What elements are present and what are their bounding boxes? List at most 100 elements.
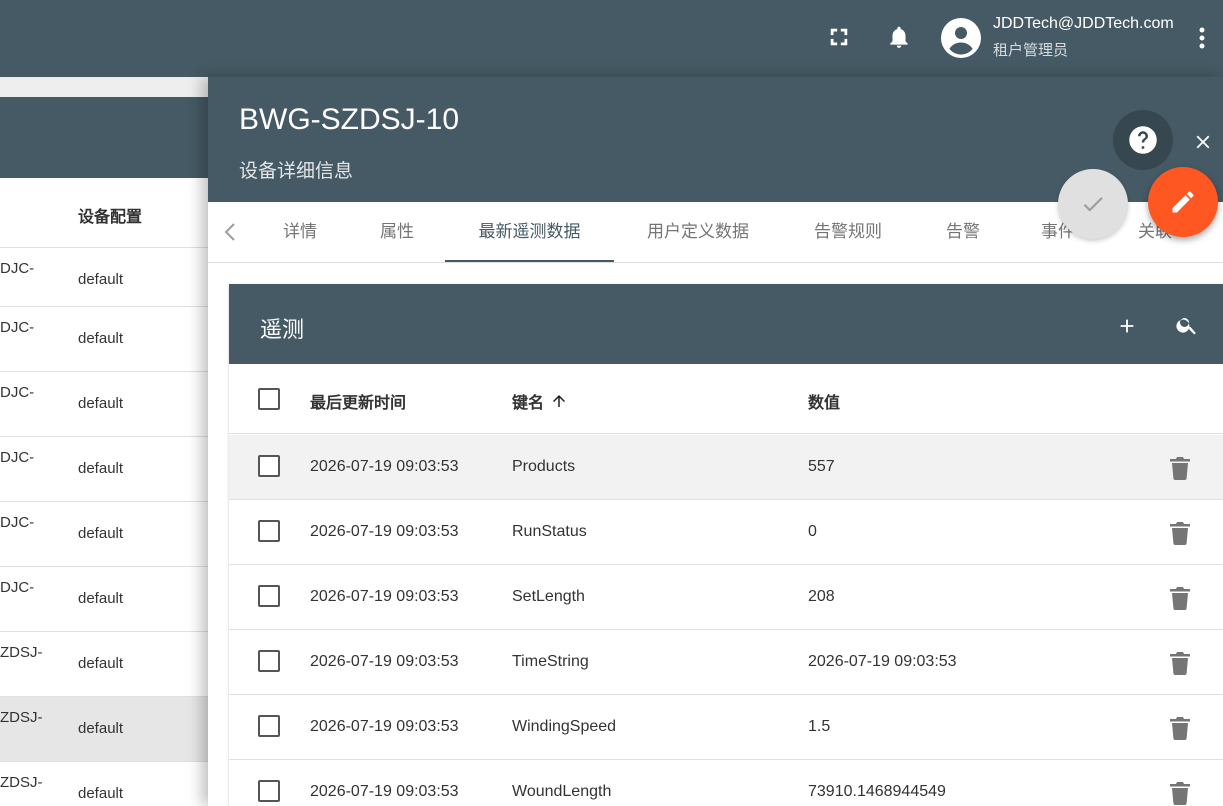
row-checkbox[interactable]	[258, 715, 280, 737]
list-item[interactable]: ZDSJ- default	[0, 761, 210, 806]
delete-icon[interactable]	[1169, 780, 1191, 806]
row-checkbox[interactable]	[258, 455, 280, 477]
device-name: DJC-	[0, 514, 35, 531]
delete-icon[interactable]	[1169, 715, 1191, 741]
close-button[interactable]	[1188, 127, 1218, 157]
arrow-up-icon	[553, 395, 566, 407]
search-button[interactable]	[1173, 311, 1201, 339]
cell-last-update: 2026-07-19 09:03:53	[310, 783, 459, 800]
edit-button[interactable]	[1148, 167, 1218, 237]
device-profile: default	[78, 720, 124, 737]
add-telemetry-button[interactable]	[1113, 312, 1141, 340]
list-item[interactable]: DJC- default	[0, 371, 210, 436]
table-row[interactable]: 2026-07-19 09:03:53 TimeString 2026-07-1…	[229, 630, 1223, 695]
cell-key: WindingSpeed	[512, 718, 617, 735]
device-name: DJC-	[0, 579, 35, 596]
device-subtitle: 设备详细信息	[239, 161, 354, 182]
telemetry-header: 遥测	[229, 284, 1223, 364]
device-name: DJC-	[0, 384, 35, 401]
device-profile: default	[78, 330, 124, 347]
row-checkbox[interactable]	[258, 585, 280, 607]
cell-value: 2026-07-19 09:03:53	[808, 653, 957, 670]
device-list-header	[0, 97, 210, 178]
list-item-selected[interactable]: ZDSJ- default	[0, 696, 210, 761]
list-item[interactable]: DJC- default	[0, 306, 210, 371]
delete-icon[interactable]	[1169, 585, 1191, 611]
bell-icon[interactable]	[885, 22, 913, 52]
device-list-background: 设备配置 DJC- default DJC- default DJC- defa…	[0, 77, 210, 806]
device-name: ZDSJ-	[0, 774, 43, 791]
cell-key: TimeString	[512, 653, 589, 670]
device-name: DJC-	[0, 319, 35, 336]
column-header-device-profile: 设备配置	[78, 209, 143, 226]
telemetry-title: 遥测	[260, 317, 305, 342]
help-button[interactable]	[1113, 110, 1173, 170]
device-details-panel: BWG-SZDSJ-10 设备详细信息 详情 属性 最新遥测数据 用户定义数据 …	[208, 77, 1223, 806]
cell-last-update: 2026-07-19 09:03:53	[310, 718, 459, 735]
close-icon	[1196, 135, 1210, 149]
tab-attributes[interactable]: 属性	[367, 202, 427, 262]
delete-icon[interactable]	[1169, 520, 1191, 546]
help-icon	[1129, 126, 1157, 154]
device-name: DJC-	[0, 260, 35, 277]
apply-button[interactable]	[1058, 169, 1128, 239]
cell-key: Products	[512, 458, 576, 475]
pencil-icon	[1172, 191, 1194, 213]
cell-value: 1.5	[808, 718, 831, 735]
list-item[interactable]: ZDSJ- default	[0, 631, 210, 696]
delete-icon[interactable]	[1169, 650, 1191, 676]
tab-alarms[interactable]: 告警	[938, 202, 988, 262]
user-email[interactable]: JDDTech@JDDTech.com	[993, 15, 1174, 33]
table-row[interactable]: 2026-07-19 09:03:53 RunStatus 0	[229, 500, 1223, 565]
list-item[interactable]: DJC- default	[0, 501, 210, 566]
account-circle-icon[interactable]	[941, 18, 981, 58]
select-all-checkbox[interactable]	[258, 388, 280, 410]
device-profile: default	[78, 525, 124, 542]
check-icon	[1083, 197, 1103, 212]
column-header-value[interactable]: 数值	[808, 389, 840, 413]
device-profile: default	[78, 655, 124, 672]
device-profile: default	[78, 271, 124, 288]
table-row[interactable]: 2026-07-19 09:03:53 WindingSpeed 1.5	[229, 695, 1223, 760]
user-role: 租户管理员	[993, 42, 1069, 59]
device-profile: default	[78, 785, 124, 802]
row-checkbox[interactable]	[258, 650, 280, 672]
table-row[interactable]: 2026-07-19 09:03:53 WoundLength 73910.14…	[229, 760, 1223, 806]
device-title: BWG-SZDSJ-10	[239, 103, 460, 136]
list-item[interactable]: DJC- default	[0, 247, 210, 312]
row-checkbox[interactable]	[258, 780, 280, 802]
device-profile: default	[78, 395, 124, 412]
column-header-last-update[interactable]: 最后更新时间	[310, 389, 406, 413]
cell-key: RunStatus	[512, 523, 587, 540]
device-profile: default	[78, 590, 124, 607]
device-name: ZDSJ-	[0, 709, 43, 726]
chevron-left-icon[interactable]	[220, 220, 240, 244]
row-checkbox[interactable]	[258, 520, 280, 542]
plus-icon	[1120, 319, 1134, 333]
tab-latest-telemetry[interactable]: 最新遥测数据	[445, 202, 614, 262]
cell-value: 208	[808, 588, 835, 605]
cell-key: WoundLength	[512, 783, 612, 800]
device-name: DJC-	[0, 449, 35, 466]
table-header: 最后更新时间 键名 数值	[229, 364, 1223, 434]
list-item[interactable]: DJC- default	[0, 436, 210, 501]
cell-key: SetLength	[512, 588, 585, 605]
cell-last-update: 2026-07-19 09:03:53	[310, 523, 459, 540]
tab-custom-data[interactable]: 用户定义数据	[638, 202, 758, 262]
cell-last-update: 2026-07-19 09:03:53	[310, 458, 459, 475]
telemetry-card: 遥测 最后更新时间 键名 数值 2026-07-19 09:03:53 Prod…	[229, 284, 1223, 806]
list-item[interactable]: DJC- default	[0, 566, 210, 631]
cell-last-update: 2026-07-19 09:03:53	[310, 588, 459, 605]
tab-alarm-rules[interactable]: 告警规则	[808, 202, 888, 262]
delete-icon[interactable]	[1169, 455, 1191, 481]
table-row[interactable]: 2026-07-19 09:03:53 Products 557	[229, 435, 1223, 500]
more-vert-icon[interactable]	[1192, 24, 1212, 52]
column-header-key[interactable]: 键名	[512, 389, 568, 413]
fullscreen-icon[interactable]	[826, 24, 852, 50]
top-toolbar: JDDTech@JDDTech.com 租户管理员	[0, 0, 1223, 77]
tab-details[interactable]: 详情	[270, 202, 330, 262]
cell-value: 73910.1468944549	[808, 783, 946, 800]
device-name: ZDSJ-	[0, 644, 43, 661]
cell-value: 0	[808, 523, 817, 540]
table-row[interactable]: 2026-07-19 09:03:53 SetLength 208	[229, 565, 1223, 630]
